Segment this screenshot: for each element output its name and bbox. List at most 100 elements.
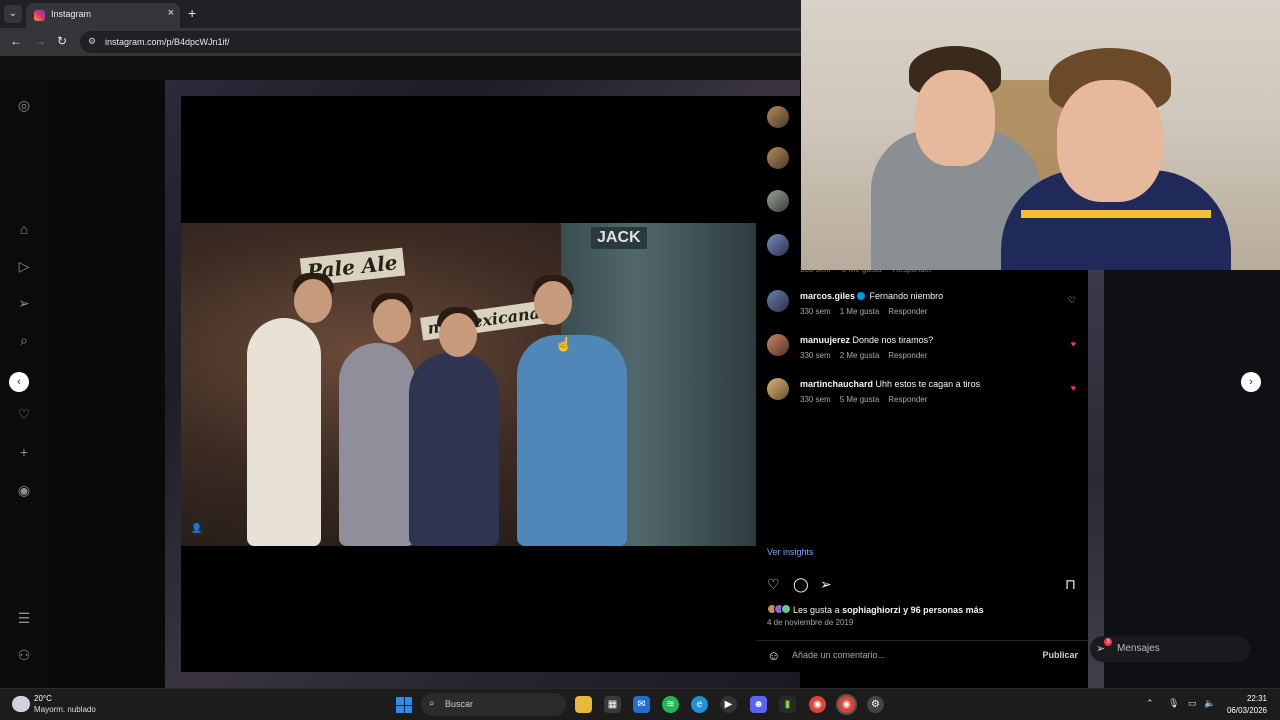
like-heart-icon[interactable]: ♡ xyxy=(767,576,780,592)
webcam-face xyxy=(915,70,995,166)
messages-label: Mensajes xyxy=(1117,643,1160,654)
chrome-active-icon[interactable]: ◉ xyxy=(836,694,857,715)
mail-icon[interactable]: ✉ xyxy=(633,696,650,713)
photo-sign-jack: JACK xyxy=(591,227,647,249)
comment-body: Donde nos tiramos? xyxy=(852,335,934,345)
view-insights-link[interactable]: Ver insights xyxy=(767,547,814,557)
instagram-logo-icon[interactable]: ◎ xyxy=(15,96,33,114)
taskbar-search[interactable]: ⌕ Buscar xyxy=(421,693,566,716)
browser-tabbar: ⌄ Instagram × + xyxy=(0,0,801,28)
weather-cloud-icon[interactable] xyxy=(12,696,30,712)
weather-description[interactable]: Mayorm. nublado xyxy=(34,705,96,714)
reload-icon[interactable]: ↻ xyxy=(57,34,67,48)
file-explorer-icon[interactable] xyxy=(575,696,592,713)
volume-icon[interactable]: 🔈 xyxy=(1204,698,1215,709)
likes-mid: y xyxy=(903,605,909,615)
microphone-icon[interactable]: 🎙 xyxy=(1168,698,1179,709)
avatar[interactable] xyxy=(767,147,789,169)
minecraft-launcher-icon[interactable]: ▮ xyxy=(779,696,796,713)
comment-like-heart-icon[interactable]: ♡ xyxy=(1068,295,1076,306)
publish-button[interactable]: Publicar xyxy=(1042,650,1078,660)
home-icon[interactable]: ⌂ xyxy=(15,220,33,238)
webcam-face xyxy=(1057,80,1163,202)
spotify-icon[interactable]: ≋ xyxy=(662,696,679,713)
tab-close-button[interactable]: × xyxy=(168,7,174,19)
comment-reply[interactable]: Responder xyxy=(888,395,927,404)
bookmark-bar-area xyxy=(0,56,801,80)
comment-text: martinchauchard Uhh estos te cagan a tir… xyxy=(800,379,980,389)
profile-avatar-icon[interactable]: ◉ xyxy=(15,481,33,499)
comment-likes[interactable]: 5 Me gusta xyxy=(840,395,880,404)
meta-apps-icon[interactable]: ⚇ xyxy=(15,646,33,664)
avatar[interactable] xyxy=(767,234,789,256)
post-actions: ♡ ◯ ➢ ⊓ xyxy=(767,576,1088,592)
media-player-icon[interactable]: ▶ xyxy=(720,696,737,713)
comment-likes[interactable]: 1 Me gusta xyxy=(840,307,880,316)
direct-icon[interactable]: ➢ xyxy=(15,294,33,312)
comment-reply[interactable]: Responder xyxy=(888,351,927,360)
settings-gear-icon[interactable]: ⚙ xyxy=(867,696,884,713)
url-text[interactable]: instagram.com/p/B4dpcWJn1if/ xyxy=(105,37,230,47)
comment-username[interactable]: martinchauchard xyxy=(800,379,873,389)
omnibox[interactable]: ⚙ instagram.com/p/B4dpcWJn1if/ xyxy=(80,31,801,53)
comment-item: martinchauchard Uhh estos te cagan a tir… xyxy=(767,378,1088,414)
comment-input[interactable] xyxy=(792,650,1012,660)
comment-item: manuujerez Donde nos tiramos? 330 sem 2 M… xyxy=(767,334,1088,370)
comment-time: 330 sem xyxy=(800,351,831,360)
likes-user[interactable]: sophiaghiorzi xyxy=(842,605,901,615)
comment-reply[interactable]: Responder xyxy=(888,307,927,316)
tab-title: Instagram xyxy=(51,9,92,19)
more-menu-icon[interactable]: ☰ xyxy=(15,609,33,627)
avatar[interactable] xyxy=(767,290,789,312)
webcam-overlay xyxy=(801,0,1280,270)
comment-body: Uhh estos te cagan a tiros xyxy=(875,379,981,389)
new-tab-button[interactable]: + xyxy=(188,5,196,21)
likes-others[interactable]: 96 personas más xyxy=(911,605,984,615)
discord-icon[interactable]: ☻ xyxy=(750,696,767,713)
avatar[interactable] xyxy=(767,378,789,400)
tagged-users-icon[interactable]: 👤 xyxy=(189,520,205,536)
browser-tab[interactable]: Instagram × xyxy=(26,3,180,28)
comment-liked-heart-icon[interactable]: ♥ xyxy=(1071,339,1076,349)
likes-summary[interactable]: Les gusta a sophiaghiorzi y 96 personas … xyxy=(767,604,984,615)
nav-strip xyxy=(48,80,165,688)
address-bar: ← → ↻ ⚙ instagram.com/p/B4dpcWJn1if/ xyxy=(0,28,801,56)
next-post-chevron-icon[interactable]: › xyxy=(1241,372,1261,392)
comment-username[interactable]: manuujerez xyxy=(800,335,850,345)
clock-time[interactable]: 22:31 xyxy=(1247,694,1267,703)
network-icon[interactable]: ▭ xyxy=(1188,698,1197,709)
search-icon[interactable]: ⌕ xyxy=(15,331,33,349)
previous-post-chevron-icon[interactable]: ‹ xyxy=(9,372,29,392)
comment-text: manuujerez Donde nos tiramos? xyxy=(800,335,933,345)
messages-pill[interactable]: ➢ 3 Mensajes xyxy=(1090,636,1250,662)
person-1 xyxy=(247,318,321,546)
comment-username[interactable]: marcos.giles xyxy=(800,291,855,301)
person-3-head xyxy=(439,313,477,357)
edge-icon[interactable]: e xyxy=(691,696,708,713)
avatar[interactable] xyxy=(767,190,789,212)
comment-likes[interactable]: 2 Me gusta xyxy=(840,351,880,360)
back-icon[interactable]: ← xyxy=(10,34,22,48)
save-bookmark-icon[interactable]: ⊓ xyxy=(1065,576,1076,592)
reels-icon[interactable]: ▷ xyxy=(15,257,33,275)
emoji-icon[interactable]: ☺ xyxy=(767,648,780,663)
forward-icon[interactable]: → xyxy=(34,34,46,48)
tab-search-chevron-icon[interactable]: ⌄ xyxy=(4,5,22,23)
comment-icon[interactable]: ◯ xyxy=(793,576,809,592)
post-photo[interactable]: Pale Ale na Mexicana JACK xyxy=(181,223,756,546)
windows-start-icon[interactable] xyxy=(396,697,412,713)
avatar[interactable] xyxy=(767,334,789,356)
comment-meta: 330 sem 2 Me gusta Responder xyxy=(800,351,936,360)
chrome-icon[interactable]: ◉ xyxy=(809,696,826,713)
site-info-icon[interactable]: ⚙ xyxy=(88,36,96,47)
store-icon[interactable]: ▦ xyxy=(604,696,621,713)
share-icon[interactable]: ➢ xyxy=(820,576,832,592)
notifications-heart-icon[interactable]: ♡ xyxy=(15,405,33,423)
person-2 xyxy=(339,343,415,546)
clock-date[interactable]: 06/03/2026 xyxy=(1227,706,1267,715)
create-icon[interactable]: + xyxy=(15,443,33,461)
comment-liked-heart-icon[interactable]: ♥ xyxy=(1071,383,1076,393)
weather-temperature[interactable]: 20°C xyxy=(34,694,52,703)
avatar[interactable] xyxy=(767,106,789,128)
tray-chevron-up-icon[interactable]: ⌃ xyxy=(1146,698,1154,709)
